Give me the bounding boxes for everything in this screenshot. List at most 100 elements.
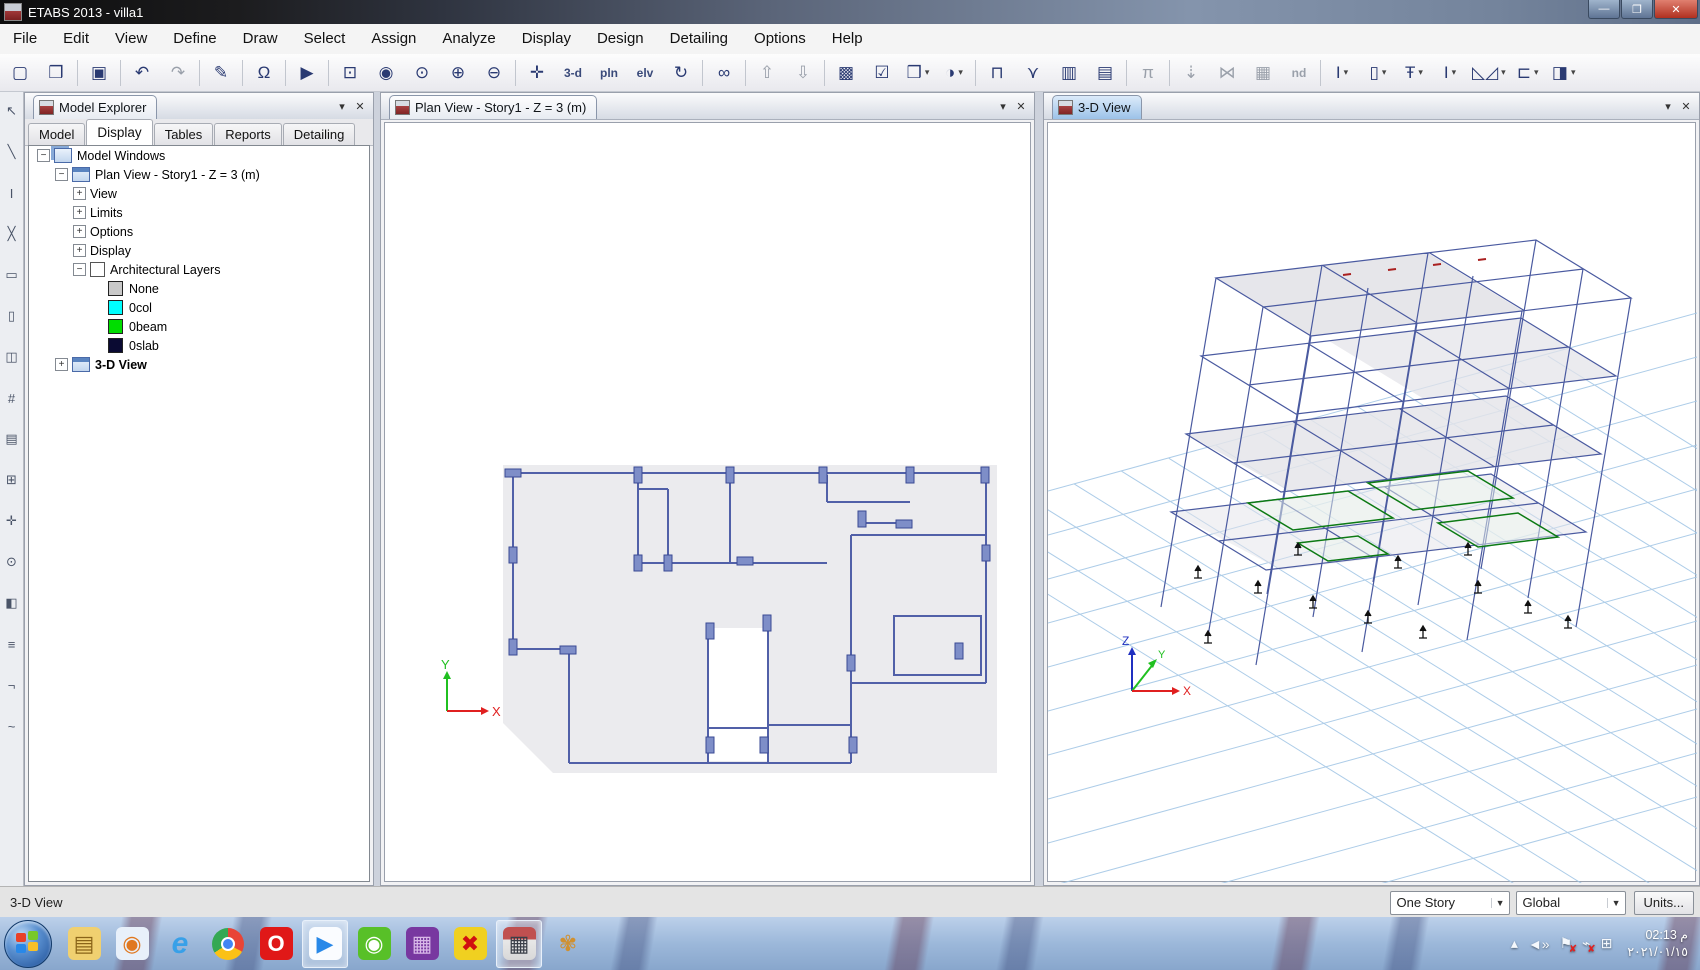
set-display-options-button[interactable]: ☑ xyxy=(865,57,899,89)
show-hidden-icon[interactable]: ▴ xyxy=(1511,935,1518,952)
menu-draw[interactable]: Draw xyxy=(230,24,291,54)
select-pointer-icon[interactable]: ↖ xyxy=(1,100,23,122)
draw-column-icon[interactable]: Ι xyxy=(1,182,23,204)
tab-reports[interactable]: Reports xyxy=(214,123,282,145)
start-button[interactable] xyxy=(4,919,52,968)
draw-wall-icon[interactable]: ▯ xyxy=(1,305,23,327)
quick-draw-icon[interactable]: ⊞ xyxy=(1,469,23,491)
floor-stack-button[interactable]: ▤ xyxy=(1088,57,1122,89)
network-icon[interactable]: ⊞ xyxy=(1601,935,1613,952)
tree-item-display[interactable]: + Display xyxy=(29,241,369,260)
draw-spline-icon[interactable]: ~ xyxy=(1,715,23,737)
close-button[interactable]: ✕ xyxy=(1654,0,1698,19)
lock-model-button[interactable]: Ω xyxy=(247,57,281,89)
new-model-button[interactable]: ▢ xyxy=(3,57,37,89)
plan-view-canvas[interactable]: Y X xyxy=(384,122,1031,882)
section-tee-button[interactable]: Ŧ ▾ xyxy=(1397,57,1431,89)
draw-floor-icon[interactable]: ▭ xyxy=(1,264,23,286)
taskbar-clock[interactable]: 02:13 م ٢٠٢١/٠١/١٥ xyxy=(1627,927,1688,961)
collapse-icon[interactable]: − xyxy=(37,149,50,162)
nd-spectrum-button[interactable]: nd xyxy=(1282,57,1316,89)
save-model-button[interactable]: ▣ xyxy=(82,57,116,89)
expand-icon[interactable]: + xyxy=(73,244,86,257)
view-elevation-button[interactable]: elv xyxy=(628,57,662,89)
menu-file[interactable]: File xyxy=(0,24,50,54)
view-plan-button[interactable]: pln xyxy=(592,57,626,89)
menu-edit[interactable]: Edit xyxy=(50,24,102,54)
menu-define[interactable]: Define xyxy=(160,24,229,54)
undo-button[interactable]: ↶ xyxy=(125,57,159,89)
draw-grid-icon[interactable]: # xyxy=(1,387,23,409)
shrink-objects-button[interactable]: ▩ xyxy=(829,57,863,89)
menu-analyze[interactable]: Analyze xyxy=(429,24,508,54)
load-assign-button[interactable]: ⇣ xyxy=(1174,57,1208,89)
view-3d-button[interactable]: 3-d xyxy=(556,57,590,89)
redo-button[interactable]: ↷ xyxy=(161,57,195,89)
rotate-3d-view-button[interactable]: ↻ xyxy=(664,57,698,89)
power-icon[interactable]: ⌁ ✘ xyxy=(1582,935,1595,955)
section-channel-button[interactable]: ⊏ ▾ xyxy=(1511,57,1545,89)
tree-item-3-d-view[interactable]: +3-D View xyxy=(29,355,369,374)
taskbar-etabs[interactable]: ▦ xyxy=(496,919,542,968)
taskbar-connectify[interactable]: ◉ xyxy=(352,921,396,967)
three-d-view-tab[interactable]: 3-D View xyxy=(1052,95,1142,119)
minimize-button[interactable]: — xyxy=(1588,0,1620,19)
menu-detailing[interactable]: Detailing xyxy=(657,24,741,54)
draw-slab-icon[interactable]: ▤ xyxy=(1,428,23,450)
threed-menu-arrow-icon[interactable]: ▾ xyxy=(1659,98,1677,114)
object-visibility-button[interactable]: ◑ ▾ xyxy=(937,57,971,89)
layer-color-swatch[interactable] xyxy=(108,319,123,334)
zoom-in-button[interactable]: ⊕ xyxy=(441,57,475,89)
tree-item-view[interactable]: + View xyxy=(29,184,369,203)
tree-item-model-windows[interactable]: − Model Windows xyxy=(29,146,369,165)
layer-color-swatch[interactable] xyxy=(108,281,123,296)
expand-icon[interactable]: + xyxy=(73,225,86,238)
units-button[interactable]: Units... xyxy=(1633,890,1694,915)
threed-close-icon[interactable]: ✕ xyxy=(1677,98,1695,114)
explorer-menu-arrow-icon[interactable]: ▾ xyxy=(333,98,351,114)
collapse-icon[interactable]: − xyxy=(55,168,68,181)
draw-ref-plane-icon[interactable]: ◧ xyxy=(1,592,23,614)
tab-tables[interactable]: Tables xyxy=(153,123,214,145)
rubber-band-zoom-button[interactable]: ⊡ xyxy=(333,57,367,89)
tree-item-0beam[interactable]: 0beam xyxy=(29,317,369,336)
tab-display[interactable]: Display xyxy=(86,119,153,145)
collapse-icon[interactable]: − xyxy=(73,263,86,276)
draw-dimension-icon[interactable]: ≡ xyxy=(1,633,23,655)
plan-menu-arrow-icon[interactable]: ▾ xyxy=(994,98,1012,114)
menu-select[interactable]: Select xyxy=(291,24,359,54)
explorer-close-icon[interactable]: ✕ xyxy=(351,98,369,114)
taskbar-media-player[interactable]: ◉ xyxy=(110,921,154,967)
draw-frame-props-button[interactable]: ⊓ xyxy=(980,57,1014,89)
move-up-in-list-button[interactable]: ⇧ xyxy=(750,57,784,89)
taskbar-purple-app[interactable]: ▦ xyxy=(400,921,444,967)
taskbar-crash-tool[interactable]: ✖ xyxy=(448,921,492,967)
section-i-beam-button[interactable]: I ▾ xyxy=(1325,57,1359,89)
layer-color-swatch[interactable] xyxy=(108,300,123,315)
pan-view-button[interactable]: ✛ xyxy=(520,57,554,89)
draw-joint-icon[interactable]: ⊙ xyxy=(1,551,23,573)
object-extrude-button[interactable]: ❒ ▾ xyxy=(901,57,935,89)
volume-icon[interactable]: ◄» xyxy=(1528,936,1550,952)
menu-view[interactable]: View xyxy=(102,24,160,54)
open-model-button[interactable]: ❒ xyxy=(39,57,73,89)
taskbar-internet-explorer[interactable]: e xyxy=(158,921,202,967)
menu-design[interactable]: Design xyxy=(584,24,657,54)
plan-view-tab[interactable]: Plan View - Story1 - Z = 3 (m) xyxy=(389,95,598,119)
section-pier-button[interactable]: ◨ ▾ xyxy=(1547,57,1581,89)
tree-item-architectural-layers[interactable]: − Architectural Layers xyxy=(29,260,369,279)
tree-item-0slab[interactable]: 0slab xyxy=(29,336,369,355)
tab-detailing[interactable]: Detailing xyxy=(282,123,356,145)
draw-line-icon[interactable]: ╲ xyxy=(1,141,23,163)
tree-item-limits[interactable]: + Limits xyxy=(29,203,369,222)
mesh-options-button[interactable]: ⋈ xyxy=(1210,57,1244,89)
tree-item-none[interactable]: None xyxy=(29,279,369,298)
draw-opening-icon[interactable]: ◫ xyxy=(1,346,23,368)
taskbar-media-play[interactable]: ▶ xyxy=(302,919,348,968)
wall-stack-button[interactable]: ▥ xyxy=(1052,57,1086,89)
support-assign-button[interactable]: π xyxy=(1131,57,1165,89)
object-view-glasses-button[interactable]: ∞ xyxy=(707,57,741,89)
draw-mode-button[interactable]: ✎ xyxy=(204,57,238,89)
taskbar-paint[interactable]: ✾ xyxy=(546,921,590,967)
taskbar-chrome[interactable] xyxy=(206,921,250,967)
